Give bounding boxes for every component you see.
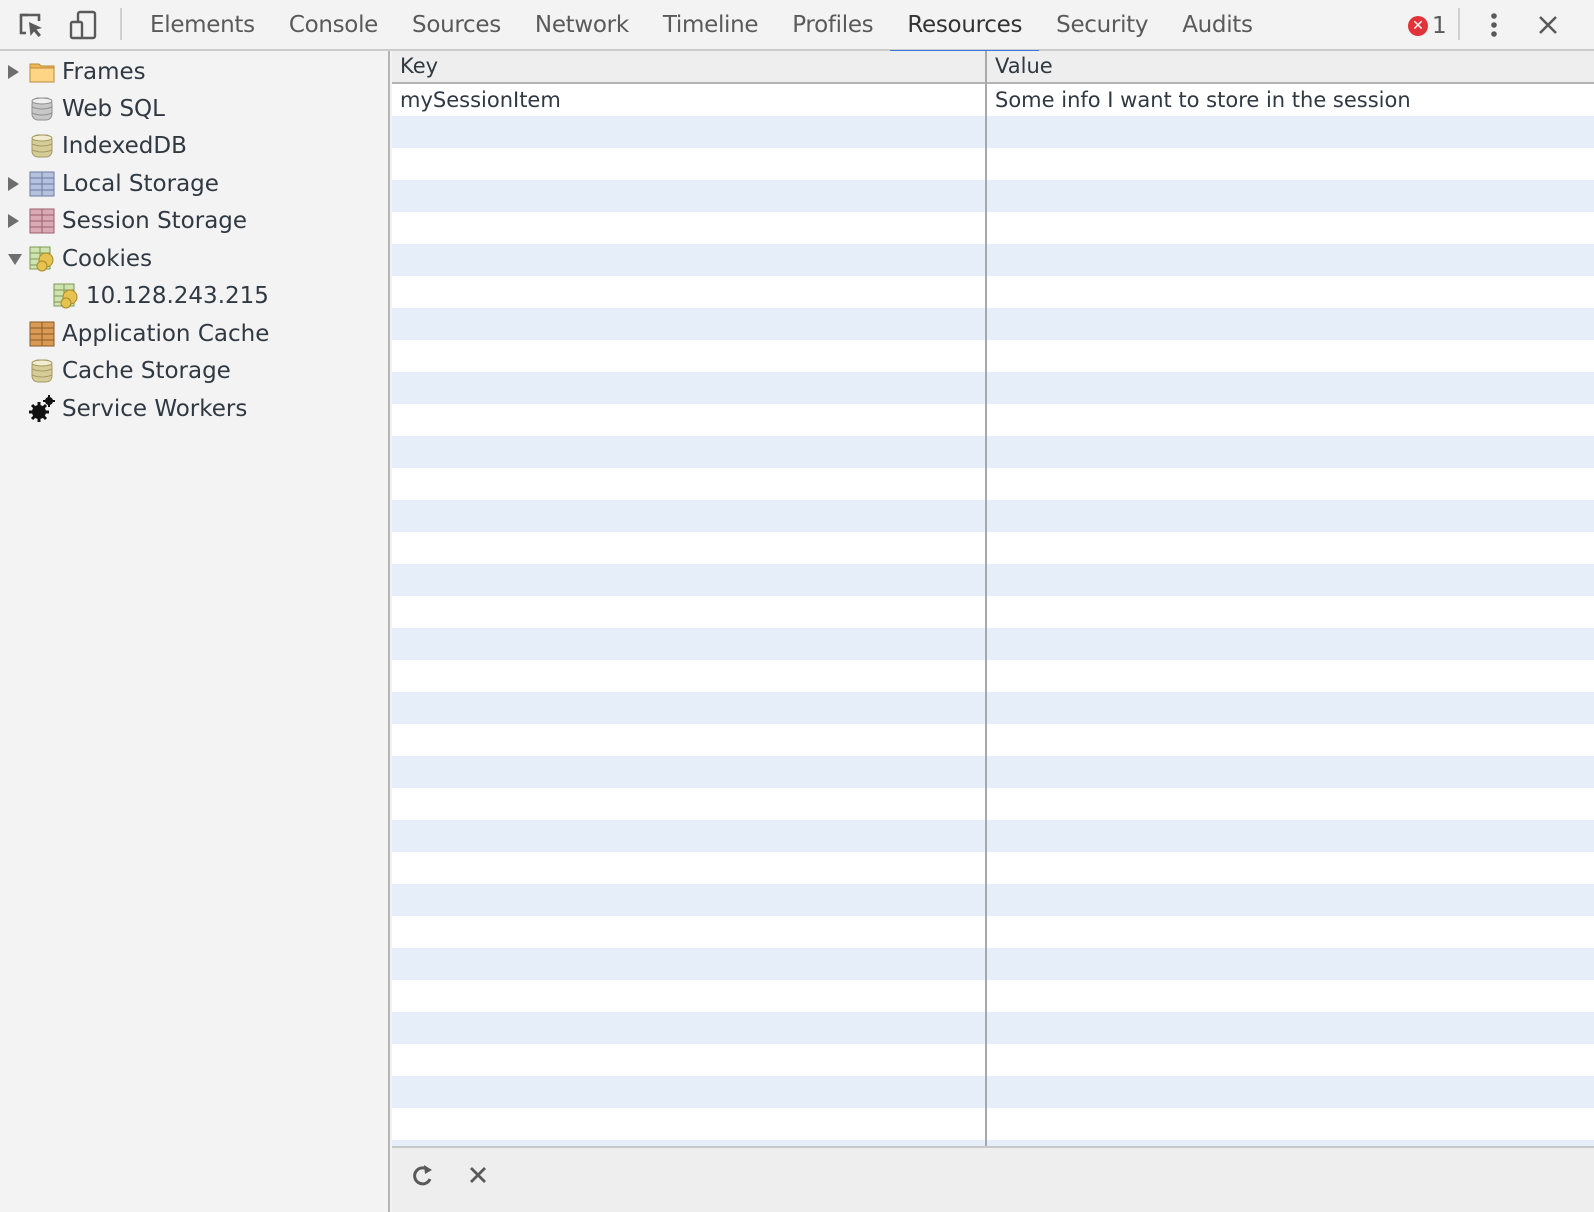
- sidebar-item-session-storage[interactable]: Session Storage: [8, 203, 247, 239]
- error-counter[interactable]: ✕ 1: [1408, 13, 1447, 39]
- tab-profiles[interactable]: Profiles: [775, 0, 890, 51]
- toolbar-divider: [1458, 8, 1460, 40]
- delete-icon[interactable]: [461, 1158, 495, 1192]
- column-divider[interactable]: [985, 51, 987, 1146]
- grid-footer-toolbar: [392, 1146, 1594, 1212]
- resources-sidebar: Frames Web SQL IndexedDB Local Storage S…: [0, 51, 390, 1212]
- gears-icon: [29, 395, 55, 422]
- tab-elements[interactable]: Elements: [133, 0, 272, 51]
- table-icon: [29, 171, 55, 197]
- grid-rows: mySessionItem Some info I want to store …: [392, 84, 1594, 1146]
- error-count: 1: [1432, 13, 1447, 39]
- collapse-arrow-icon[interactable]: [8, 254, 22, 265]
- device-mode-icon[interactable]: [68, 10, 98, 40]
- sidebar-item-label: Service Workers: [62, 396, 248, 422]
- cell-value[interactable]: Some info I want to store in the session: [987, 84, 1587, 116]
- tab-timeline[interactable]: Timeline: [646, 0, 775, 51]
- tab-sources[interactable]: Sources: [395, 0, 518, 51]
- tab-console[interactable]: Console: [272, 0, 395, 51]
- toolbar-divider: [120, 8, 122, 40]
- database-icon: [31, 97, 53, 121]
- sidebar-item-local-storage[interactable]: Local Storage: [8, 166, 219, 202]
- tab-security[interactable]: Security: [1039, 0, 1165, 51]
- error-icon: ✕: [1408, 16, 1428, 36]
- sidebar-item-label: Local Storage: [62, 171, 219, 197]
- expand-arrow-icon[interactable]: [8, 214, 19, 228]
- sidebar-item-label: 10.128.243.215: [86, 283, 269, 309]
- column-header-key[interactable]: Key: [392, 51, 985, 82]
- expand-arrow-icon[interactable]: [8, 65, 19, 79]
- sidebar-item-label: Frames: [62, 59, 146, 85]
- database-icon: [31, 134, 53, 158]
- table-icon: [29, 208, 55, 234]
- cookie-icon: [53, 283, 78, 309]
- table-row[interactable]: mySessionItem Some info I want to store …: [392, 84, 1594, 116]
- database-icon: [31, 359, 53, 383]
- sidebar-item-indexeddb[interactable]: IndexedDB: [28, 128, 187, 164]
- sidebar-item-cookie-domain[interactable]: 10.128.243.215: [52, 278, 269, 314]
- storage-data-grid: Key Value mySessionItem Some info I want…: [392, 51, 1594, 1146]
- expand-arrow-icon[interactable]: [8, 177, 19, 191]
- refresh-icon[interactable]: [406, 1158, 440, 1192]
- inspect-element-icon[interactable]: [16, 10, 46, 40]
- devtools-toolbar: Elements Console Sources Network Timelin…: [0, 0, 1594, 53]
- sidebar-item-cookies[interactable]: Cookies: [8, 241, 152, 277]
- sidebar-item-label: Cookies: [62, 246, 153, 272]
- cookie-icon: [29, 246, 54, 272]
- tab-audits[interactable]: Audits: [1165, 0, 1270, 51]
- sidebar-item-cache-storage[interactable]: Cache Storage: [28, 353, 231, 389]
- grid-header: Key Value: [392, 51, 1594, 84]
- sidebar-item-frames[interactable]: Frames: [8, 54, 146, 90]
- table-icon: [29, 321, 55, 347]
- sidebar-item-label: Application Cache: [62, 321, 270, 347]
- column-header-value[interactable]: Value: [987, 51, 1587, 82]
- sidebar-item-label: Session Storage: [62, 208, 248, 234]
- more-vertical-icon[interactable]: [1479, 10, 1509, 40]
- close-icon[interactable]: [1533, 10, 1563, 40]
- cell-key[interactable]: mySessionItem: [392, 84, 985, 116]
- sidebar-item-label: Cache Storage: [62, 358, 231, 384]
- tab-network[interactable]: Network: [518, 0, 646, 51]
- sidebar-item-service-workers[interactable]: Service Workers: [28, 391, 247, 427]
- sidebar-item-label: IndexedDB: [62, 133, 187, 159]
- sidebar-item-label: Web SQL: [62, 96, 165, 122]
- folder-icon: [29, 63, 55, 83]
- panel-tabs: Elements Console Sources Network Timelin…: [133, 0, 1270, 53]
- tab-resources[interactable]: Resources: [890, 0, 1039, 53]
- sidebar-item-application-cache[interactable]: Application Cache: [28, 316, 269, 352]
- sidebar-item-web-sql[interactable]: Web SQL: [28, 91, 165, 127]
